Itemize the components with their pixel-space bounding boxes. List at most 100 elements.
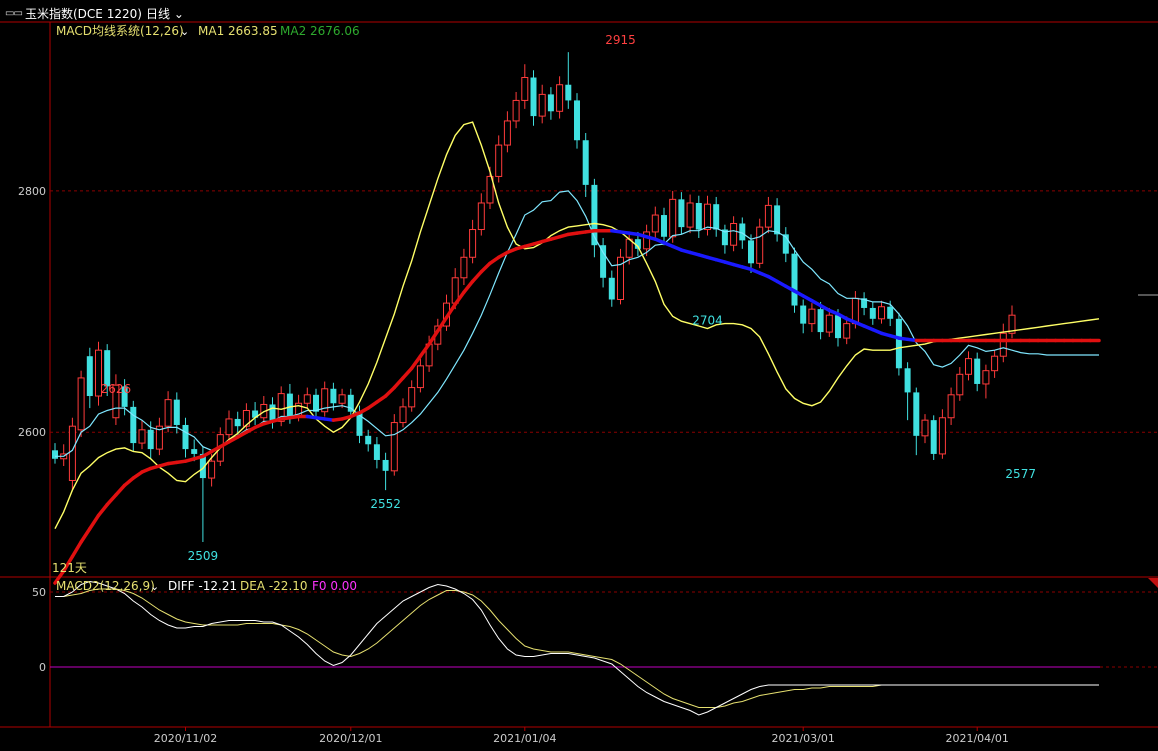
dea-line (55, 588, 1099, 708)
ma2-segment (479, 261, 492, 274)
candle-body-down (382, 459, 389, 471)
ma2-segment (383, 385, 397, 398)
macd-tick-label: 50 (32, 586, 46, 599)
price-chart[interactable]: 2800 2600 50 0 2020/11/02 2020/12/01 2021/01/0… (0, 0, 1158, 751)
candle-body-down (373, 444, 380, 460)
candle-body-up (686, 202, 694, 228)
peak-low-label: 2552 (370, 497, 401, 511)
candle-body-down (86, 356, 93, 397)
candle-body-down (817, 309, 824, 333)
candle-body-down (530, 77, 537, 117)
date-label: 2021/04/01 (945, 732, 1008, 745)
panel-corner-marker (1148, 578, 1158, 588)
date-label: 2021/01/04 (493, 732, 556, 745)
diff-line (55, 580, 1099, 716)
main-indicator-name[interactable]: MACD均线系统(12,26) (56, 24, 184, 38)
candle-body-down (930, 420, 937, 454)
peak-low-label: 2509 (188, 549, 219, 563)
candle-body-down (574, 100, 580, 141)
ma2-segment (392, 376, 405, 390)
candle-body-up (469, 229, 477, 258)
candle-body-up (808, 308, 816, 325)
candle-body-down (895, 318, 902, 369)
peak-low-label: 2577 (1005, 467, 1036, 481)
candle-body-down (904, 368, 911, 393)
candle-body-down (748, 240, 754, 264)
candle-body-up (625, 238, 633, 258)
candle-body-down (678, 199, 685, 228)
ma2-segment (114, 483, 127, 497)
peak-high-label: 2626 (101, 382, 132, 396)
date-label: 2020/12/01 (319, 732, 382, 745)
date-label: 2021/03/01 (771, 732, 834, 745)
candle-body-up (460, 256, 468, 279)
ma2-segment (70, 540, 83, 559)
candle-body-down (52, 450, 58, 459)
candle-body-up (556, 84, 564, 112)
candle-body-up (303, 394, 311, 404)
candle-body-up (225, 418, 233, 436)
candle-body-up (477, 202, 485, 231)
candle-body-down (234, 418, 241, 427)
candle-body-down (365, 435, 372, 445)
ma2-segment (96, 502, 109, 518)
candle-body-down (835, 315, 841, 339)
candle-body-down (600, 245, 607, 278)
candle-body-up (512, 99, 520, 122)
candle-body-down (695, 202, 702, 230)
candle-body-up (416, 365, 424, 389)
candle-body-up (390, 422, 398, 472)
candle-body-up (982, 370, 990, 385)
candle-body-up (730, 222, 738, 246)
candle-body-up (338, 394, 346, 404)
peak-low-label: 2704 (692, 314, 723, 328)
candle-body-up (704, 203, 711, 231)
candle-body-up (756, 226, 764, 264)
candle-body-down (147, 429, 154, 450)
candle-body-down (913, 392, 920, 436)
candle-body-up (947, 394, 955, 419)
candle-body-down (582, 140, 589, 185)
candle-body-down (800, 305, 807, 324)
candle-body-down (330, 388, 337, 404)
candle-body-down (887, 306, 894, 319)
candle-body-up (843, 323, 851, 339)
candle-body-up (956, 373, 964, 396)
candle-body-down (565, 84, 572, 101)
candle-body-up (164, 399, 172, 427)
candle-body-up (921, 419, 929, 437)
candle-body-up (538, 93, 546, 117)
candle-body-up (669, 198, 677, 238)
candle-body-down (130, 406, 137, 444)
candle-body-up (651, 214, 659, 233)
candle-body-up (938, 417, 946, 455)
indicator-dropdown-icon[interactable]: ⌄ (180, 25, 189, 38)
candle-body-up (965, 358, 972, 375)
ma-lines (53, 121, 1101, 585)
candle-body-up (77, 377, 85, 431)
ma2-segment (88, 513, 101, 531)
candle-body-up (999, 332, 1007, 357)
candle-body-down (869, 307, 876, 319)
peak-high-label: 2915 (605, 33, 636, 47)
candle-body-down (661, 215, 667, 237)
macd-lines (55, 580, 1099, 716)
candle-body-down (547, 94, 554, 112)
macd-tick-label: 0 (39, 661, 46, 674)
ma2-segment (105, 493, 118, 507)
candlesticks[interactable] (52, 52, 1016, 543)
day-count-label: 121天 (52, 561, 87, 575)
ma2-segment (462, 279, 475, 295)
candle-body-down (774, 205, 781, 235)
candle-body-up (399, 406, 407, 424)
candle-body-up (878, 306, 885, 320)
candle-body-down (713, 204, 720, 230)
candle-body-up (68, 425, 76, 481)
candle-body-up (991, 355, 999, 372)
candle-body-down (791, 253, 798, 306)
sub-indicator-name[interactable]: MACD2(12,26,9) (56, 579, 155, 593)
sub-indicator-dropdown-icon[interactable]: ⌄ (150, 580, 159, 593)
candle-body-up (208, 460, 216, 479)
candle-body-up (825, 314, 833, 333)
ma2-segment (79, 526, 92, 544)
